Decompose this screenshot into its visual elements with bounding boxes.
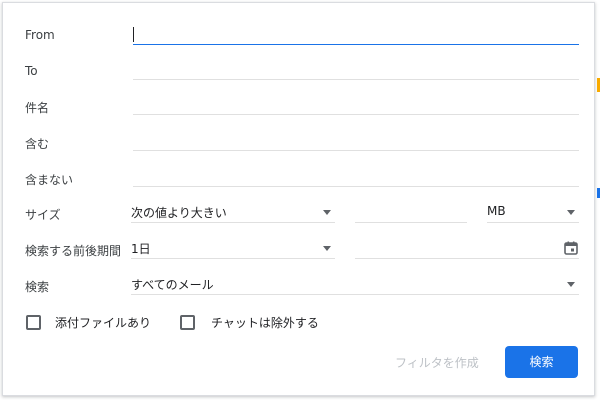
size-value-field[interactable]: [355, 201, 467, 223]
calendar-icon[interactable]: [564, 241, 578, 255]
has-words-input[interactable]: [133, 130, 579, 151]
text-caret: [133, 27, 134, 42]
size-label: サイズ: [25, 208, 61, 222]
exclude-chats-checkbox[interactable]: [180, 315, 195, 330]
search-scope-select[interactable]: すべてのメール: [131, 273, 579, 295]
doesnt-have-input[interactable]: [133, 166, 579, 187]
doesnt-have-label: 含まない: [25, 173, 74, 187]
size-unit-value: MB: [487, 204, 506, 218]
from-input[interactable]: [133, 24, 579, 45]
to-input[interactable]: [133, 59, 579, 80]
subject-label: 件名: [25, 101, 50, 115]
doesnt-have-field[interactable]: [133, 165, 579, 187]
date-within-label: 検索する前後期間: [25, 244, 122, 258]
size-operator-select[interactable]: 次の値より大きい: [131, 201, 335, 223]
create-filter-button[interactable]: フィルタを作成: [395, 354, 479, 371]
date-input[interactable]: [355, 237, 535, 259]
size-unit-select[interactable]: MB: [487, 201, 579, 223]
search-scope-value: すべてのメール: [131, 278, 214, 292]
size-operator-value: 次の値より大きい: [131, 206, 227, 220]
advanced-search-panel: From To 件名 含む 含まない サイズ 次の値より大きい MB 検索する前…: [2, 2, 595, 396]
exclude-chats-label[interactable]: チャットは除外する: [211, 314, 319, 331]
date-range-value: 1日: [131, 242, 151, 256]
has-attachment-checkbox[interactable]: [26, 315, 41, 330]
chevron-down-icon: [567, 282, 575, 287]
search-button[interactable]: 検索: [505, 346, 578, 378]
size-value-input[interactable]: [355, 201, 467, 223]
from-field[interactable]: [133, 23, 579, 45]
search-scope-label: 検索: [25, 280, 50, 294]
from-label: From: [25, 28, 55, 42]
date-range-select[interactable]: 1日: [131, 237, 335, 259]
to-field[interactable]: [133, 58, 579, 80]
has-words-field[interactable]: [133, 129, 579, 151]
to-label: To: [25, 64, 38, 78]
date-field[interactable]: [355, 237, 579, 259]
chevron-down-icon: [323, 246, 331, 251]
chevron-down-icon: [567, 210, 575, 215]
has-attachment-label[interactable]: 添付ファイルあり: [55, 314, 151, 331]
subject-field[interactable]: [133, 93, 579, 115]
subject-input[interactable]: [133, 94, 579, 115]
chevron-down-icon: [323, 210, 331, 215]
has-words-label: 含む: [25, 137, 50, 151]
